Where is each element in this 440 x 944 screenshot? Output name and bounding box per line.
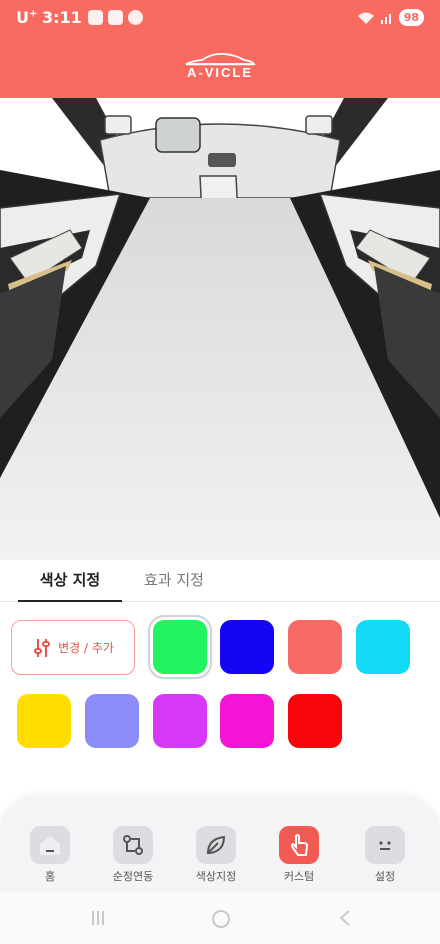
tab-effect-select[interactable]: 효과 지정 [128, 568, 220, 602]
brand-logo: A-VICLE [170, 52, 270, 90]
face-settings-icon [365, 826, 405, 864]
app-header: U+ 3:11 98 A-VICLE [0, 0, 440, 98]
logo-text: A-VICLE [187, 65, 253, 80]
sync-icon [113, 826, 153, 864]
touch-hand-icon [279, 826, 319, 864]
screenshot-icon [88, 10, 103, 25]
system-navigation-bar [0, 892, 440, 944]
battery-badge: 98 [398, 9, 424, 26]
nav-settings[interactable]: 설정 [350, 826, 420, 884]
color-swatch-7[interactable] [153, 694, 207, 748]
color-swatch-6[interactable] [85, 694, 139, 748]
edit-add-color-button[interactable]: 변경 / 추가 [11, 620, 135, 675]
wifi-icon [357, 12, 374, 24]
back-icon[interactable] [336, 908, 354, 928]
leaf-icon [196, 826, 236, 864]
sliders-icon [34, 638, 51, 657]
home-icon [30, 826, 70, 864]
car-silhouette-icon [185, 52, 256, 66]
color-swatch-8[interactable] [220, 694, 274, 748]
car-interior-view [0, 98, 440, 560]
tab-color-select[interactable]: 색상 지정 [18, 568, 122, 602]
carrier-label: U+ [16, 8, 38, 27]
mode-tabs: 색상 지정 효과 지정 [0, 560, 440, 602]
status-bar: U+ 3:11 98 [0, 0, 440, 38]
recent-apps-icon[interactable] [88, 908, 108, 928]
notification-icon [108, 10, 123, 25]
nav-home[interactable]: 홈 [15, 826, 85, 884]
color-swatch-4[interactable] [356, 620, 410, 674]
color-swatch-3[interactable] [288, 620, 342, 674]
nav-original-sync[interactable]: 순정연동 [98, 826, 168, 884]
app-icon [128, 10, 143, 25]
edit-add-label: 변경 / 추가 [58, 641, 114, 655]
nav-custom[interactable]: 커스텀 [264, 826, 334, 884]
car-interior-illustration [0, 98, 440, 560]
signal-icon [380, 13, 391, 24]
nav-color-assign[interactable]: 색상지정 [181, 826, 251, 884]
color-swatch-1[interactable] [153, 620, 207, 674]
color-swatch-2[interactable] [220, 620, 274, 674]
color-swatch-9[interactable] [288, 694, 342, 748]
status-time: 3:11 [42, 8, 82, 27]
color-swatch-5[interactable] [17, 694, 71, 748]
home-circle-icon[interactable] [210, 908, 232, 930]
